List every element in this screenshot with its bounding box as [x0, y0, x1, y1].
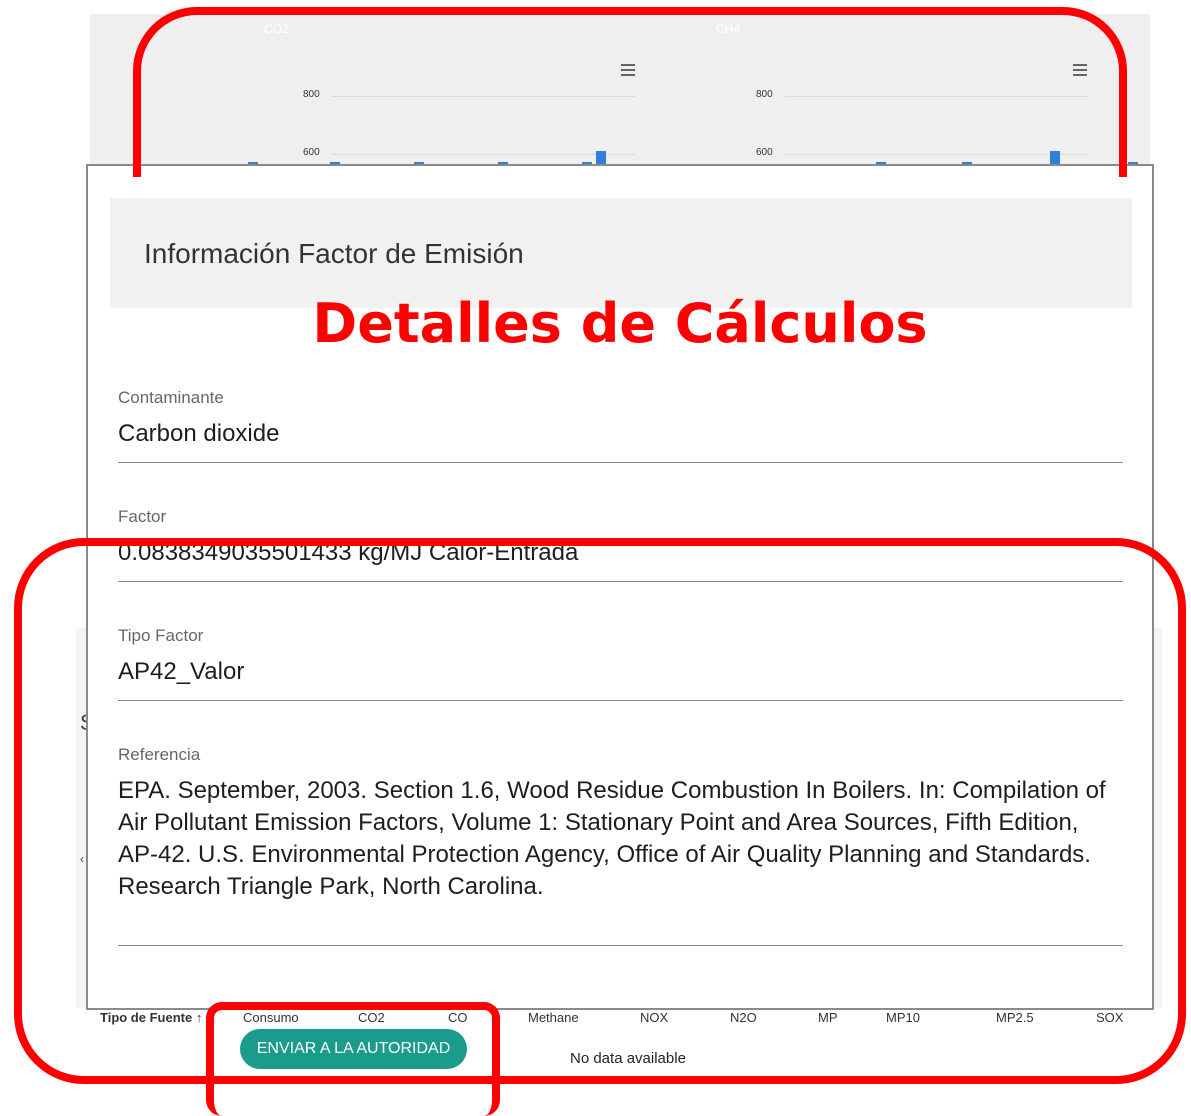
field-value: Carbon dioxide — [118, 420, 280, 447]
annotation-label: Detalles de Cálculos — [312, 292, 928, 355]
annotation-outline — [14, 538, 1186, 1084]
dialog-title: Información Factor de Emisión — [144, 238, 524, 269]
field-contaminante[interactable]: Contaminante Carbon dioxide — [118, 388, 1123, 463]
field-label: Factor — [118, 507, 167, 526]
annotation-outline — [133, 7, 1127, 177]
annotation-outline — [206, 1002, 500, 1116]
field-label: Contaminante — [118, 388, 224, 407]
